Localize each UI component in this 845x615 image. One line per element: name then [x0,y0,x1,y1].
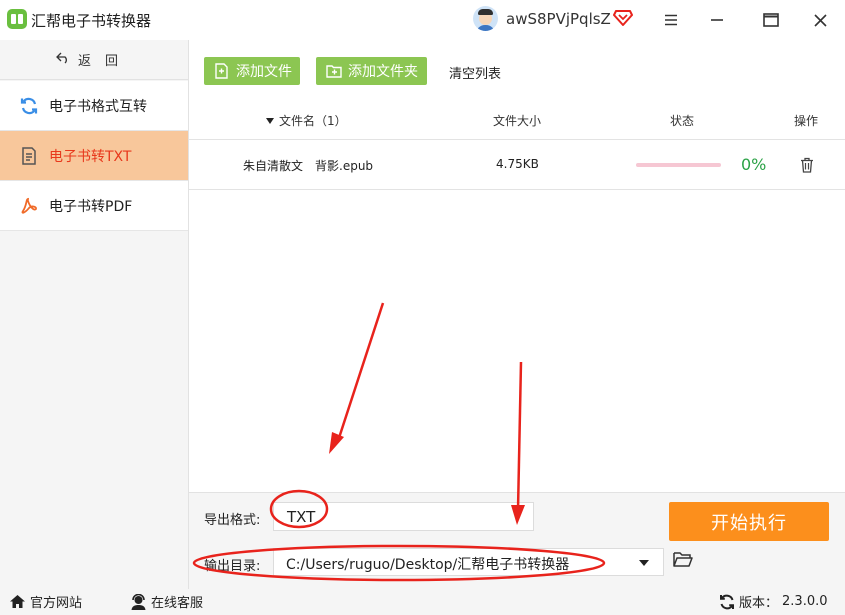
status-column-header: 状态 [670,114,695,128]
username[interactable]: awS8PVjPqlsZ [506,10,611,28]
sidebar-item-label: 电子书转PDF [49,198,133,215]
output-dir-value: C:/Users/ruguo/Desktop/汇帮电子书转换器 [286,557,570,573]
refresh-icon [18,95,40,117]
size-column-header: 文件大小 [493,114,542,128]
output-dir-select[interactable]: C:/Users/ruguo/Desktop/汇帮电子书转换器 [273,548,664,576]
output-settings-panel: 导出格式: TXT 输出目录: C:/Users/ruguo/Desktop/汇… [189,492,845,589]
sidebar-item-format-convert[interactable]: 电子书格式互转 [0,81,188,131]
sidebar-item-label: 电子书格式互转 [49,98,147,115]
maximize-icon[interactable] [748,0,794,40]
sidebar-item-label: 电子书转TXT [49,148,132,165]
progress-bar [636,163,721,167]
official-website-link[interactable]: 官方网站 [9,592,82,611]
version-label: 版本： [739,596,779,611]
add-file-label: 添加文件 [236,64,292,80]
table-row[interactable]: 朱自清散文 背影.epub 4.75KB 0% [189,140,845,190]
add-file-icon [215,63,228,79]
official-website-label: 官方网站 [30,596,83,611]
sidebar-item-to-pdf[interactable]: 电子书转PDF [0,181,188,231]
add-file-button[interactable]: 添加文件 [204,57,300,85]
version-info: 版本： 2.3.0.0 [719,592,828,611]
actions-column-header: 操作 [794,114,819,128]
add-folder-button[interactable]: 添加文件夹 [316,57,427,85]
folder-open-icon[interactable] [673,551,693,568]
status-bar: 官方网站 在线客服 版本： 2.3.0.0 [0,589,845,615]
file-size: 4.75KB [496,157,539,171]
clear-list-button[interactable]: 清空列表 [449,63,501,82]
back-arrow-icon [56,52,70,68]
format-label: 导出格式: [204,513,261,528]
user-avatar[interactable] [473,6,498,31]
refresh-icon [720,594,734,609]
add-folder-icon [326,65,342,78]
add-folder-label: 添加文件夹 [348,64,418,80]
chevron-down-icon [639,560,649,566]
vip-diamond-icon[interactable] [613,9,633,27]
filename-column-header[interactable]: 文件名（1） [266,112,347,129]
app-window: 汇帮电子书转换器 awS8PVjPqlsZ 返回 电子书格式互转 电子书转TXT… [0,0,845,615]
document-icon [18,145,40,167]
pdf-icon [18,195,40,217]
version-number: 2.3.0.0 [782,594,828,609]
output-dir-label: 输出目录: [204,559,261,574]
home-icon [10,595,25,608]
close-icon[interactable] [797,0,843,40]
back-button[interactable]: 返回 [0,40,188,80]
trash-icon[interactable] [800,157,814,173]
online-support-label: 在线客服 [151,596,204,611]
sidebar-item-to-txt[interactable]: 电子书转TXT [0,131,188,181]
file-name: 朱自清散文 背影.epub [243,159,374,173]
sidebar: 返回 电子书格式互转 电子书转TXT 电子书转PDF [0,40,189,589]
support-agent-icon [131,593,146,610]
progress-percent: 0% [741,155,767,174]
export-format-field[interactable]: TXT [273,502,534,531]
menu-icon[interactable] [648,0,694,40]
start-button[interactable]: 开始执行 [669,502,829,541]
file-table-header: 文件名（1） 文件大小 状态 操作 [189,100,845,140]
app-title: 汇帮电子书转换器 [31,12,152,30]
annotation-arrow [329,302,385,454]
online-support-link[interactable]: 在线客服 [130,592,203,611]
book-logo-icon [7,9,27,29]
back-label: 返回 [77,54,132,69]
title-bar: 汇帮电子书转换器 awS8PVjPqlsZ [0,0,845,40]
sort-caret-icon [266,118,274,124]
minimize-icon[interactable] [694,0,740,40]
